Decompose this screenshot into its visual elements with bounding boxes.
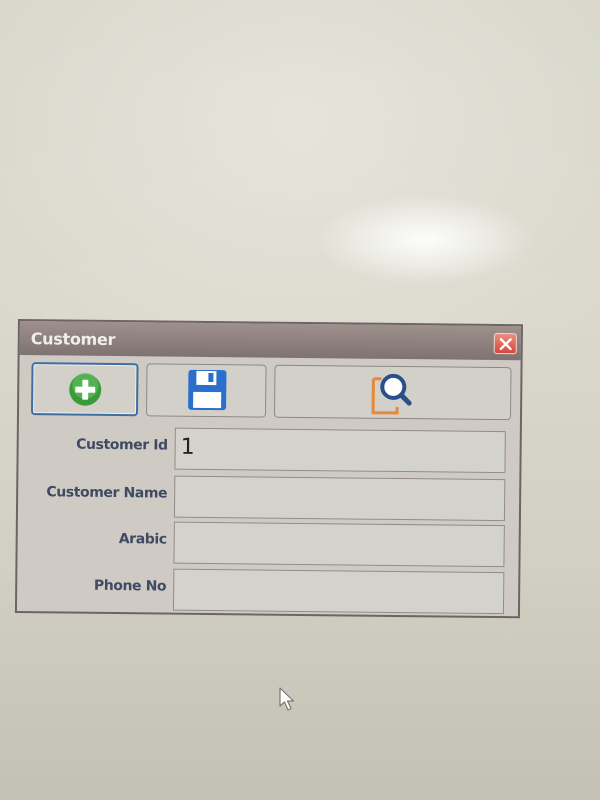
phone-no-row: Phone No	[17, 564, 518, 615]
customer-name-label: Customer Name	[46, 484, 168, 502]
arabic-label: Arabic	[118, 531, 167, 548]
customer-id-label: Customer Id	[76, 436, 168, 454]
search-button[interactable]	[273, 364, 512, 421]
arabic-field[interactable]	[173, 521, 505, 568]
mouse-cursor-icon	[279, 687, 295, 711]
customer-id-row: Customer Id 1	[18, 423, 519, 474]
phone-no-field[interactable]	[172, 568, 505, 615]
close-button[interactable]	[493, 332, 517, 355]
toolbar	[19, 355, 521, 422]
add-icon	[69, 372, 102, 406]
arabic-row: Arabic	[17, 517, 518, 568]
phone-no-label: Phone No	[93, 577, 167, 595]
search-document-icon	[371, 373, 412, 415]
save-button[interactable]	[145, 363, 267, 418]
window-title: Customer	[30, 329, 116, 350]
title-bar[interactable]: Customer	[19, 321, 521, 361]
customer-window: Customer Customer Id 1 Customer Name Ara…	[14, 319, 523, 619]
close-icon	[499, 338, 512, 351]
customer-name-row: Customer Name	[18, 471, 519, 522]
customer-name-field[interactable]	[173, 475, 506, 522]
save-icon	[188, 369, 227, 411]
customer-id-field[interactable]: 1	[174, 427, 506, 474]
add-button[interactable]	[30, 362, 139, 417]
